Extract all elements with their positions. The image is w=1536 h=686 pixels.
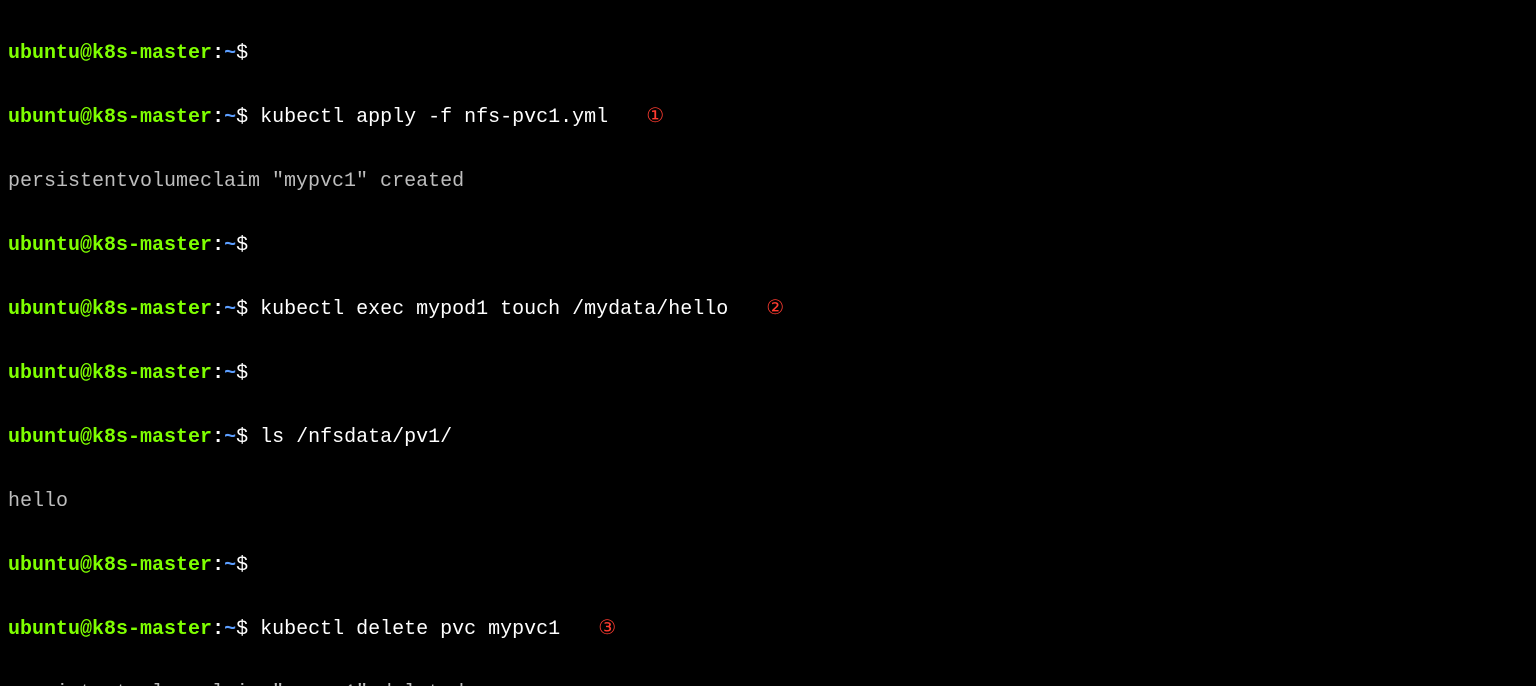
prompt-host: k8s-master xyxy=(92,42,212,65)
terminal[interactable]: ubuntu@k8s-master:~$ ubuntu@k8s-master:~… xyxy=(0,0,1536,686)
prompt-at: @ xyxy=(80,42,92,65)
prompt-at: @ xyxy=(80,362,92,385)
prompt-host: k8s-master xyxy=(92,554,212,577)
output-line: hello xyxy=(8,486,1528,518)
prompt-path: ~ xyxy=(224,618,236,641)
prompt-line[interactable]: ubuntu@k8s-master:~$ kubectl delete pvc … xyxy=(8,614,1528,646)
prompt-dollar: $ xyxy=(236,362,248,385)
prompt-colon: : xyxy=(212,106,224,129)
prompt-dollar: $ xyxy=(236,42,248,65)
prompt-colon: : xyxy=(212,298,224,321)
prompt-colon: : xyxy=(212,42,224,65)
prompt-line[interactable]: ubuntu@k8s-master:~$ ls /nfsdata/pv1/ xyxy=(8,422,1528,454)
prompt-user: ubuntu xyxy=(8,426,80,449)
prompt-user: ubuntu xyxy=(8,234,80,257)
prompt-line[interactable]: ubuntu@k8s-master:~$ xyxy=(8,38,1528,70)
prompt-line[interactable]: ubuntu@k8s-master:~$ xyxy=(8,358,1528,390)
prompt-colon: : xyxy=(212,554,224,577)
command-input[interactable]: kubectl delete pvc mypvc1 xyxy=(260,618,560,641)
prompt-at: @ xyxy=(80,234,92,257)
annotation-2-icon: ② xyxy=(764,294,786,326)
prompt-line[interactable]: ubuntu@k8s-master:~$ xyxy=(8,550,1528,582)
prompt-path: ~ xyxy=(224,42,236,65)
prompt-path: ~ xyxy=(224,234,236,257)
prompt-dollar: $ xyxy=(236,106,248,129)
prompt-path: ~ xyxy=(224,298,236,321)
prompt-at: @ xyxy=(80,298,92,321)
prompt-at: @ xyxy=(80,618,92,641)
prompt-user: ubuntu xyxy=(8,618,80,641)
annotation-1-icon: ① xyxy=(644,102,666,134)
command-input[interactable]: kubectl apply -f nfs-pvc1.yml xyxy=(260,106,608,129)
prompt-path: ~ xyxy=(224,106,236,129)
prompt-colon: : xyxy=(212,618,224,641)
prompt-colon: : xyxy=(212,362,224,385)
prompt-host: k8s-master xyxy=(92,618,212,641)
prompt-host: k8s-master xyxy=(92,106,212,129)
prompt-at: @ xyxy=(80,426,92,449)
prompt-host: k8s-master xyxy=(92,426,212,449)
prompt-user: ubuntu xyxy=(8,554,80,577)
prompt-dollar: $ xyxy=(236,426,248,449)
prompt-line[interactable]: ubuntu@k8s-master:~$ xyxy=(8,230,1528,262)
output-line: persistentvolumeclaim "mypvc1" created xyxy=(8,166,1528,198)
prompt-line[interactable]: ubuntu@k8s-master:~$ kubectl apply -f nf… xyxy=(8,102,1528,134)
prompt-colon: : xyxy=(212,234,224,257)
prompt-host: k8s-master xyxy=(92,362,212,385)
output-line: persistentvolumeclaim "mypvc1" deleted xyxy=(8,678,1528,686)
prompt-path: ~ xyxy=(224,554,236,577)
prompt-user: ubuntu xyxy=(8,298,80,321)
prompt-at: @ xyxy=(80,106,92,129)
annotation-3-icon: ③ xyxy=(596,614,618,646)
prompt-dollar: $ xyxy=(236,554,248,577)
prompt-line[interactable]: ubuntu@k8s-master:~$ kubectl exec mypod1… xyxy=(8,294,1528,326)
prompt-colon: : xyxy=(212,426,224,449)
prompt-at: @ xyxy=(80,554,92,577)
prompt-user: ubuntu xyxy=(8,42,80,65)
prompt-path: ~ xyxy=(224,362,236,385)
command-input[interactable]: kubectl exec mypod1 touch /mydata/hello xyxy=(260,298,728,321)
prompt-host: k8s-master xyxy=(92,298,212,321)
prompt-user: ubuntu xyxy=(8,106,80,129)
command-input[interactable]: ls /nfsdata/pv1/ xyxy=(260,426,452,449)
prompt-dollar: $ xyxy=(236,618,248,641)
prompt-dollar: $ xyxy=(236,298,248,321)
prompt-dollar: $ xyxy=(236,234,248,257)
prompt-path: ~ xyxy=(224,426,236,449)
prompt-user: ubuntu xyxy=(8,362,80,385)
prompt-host: k8s-master xyxy=(92,234,212,257)
